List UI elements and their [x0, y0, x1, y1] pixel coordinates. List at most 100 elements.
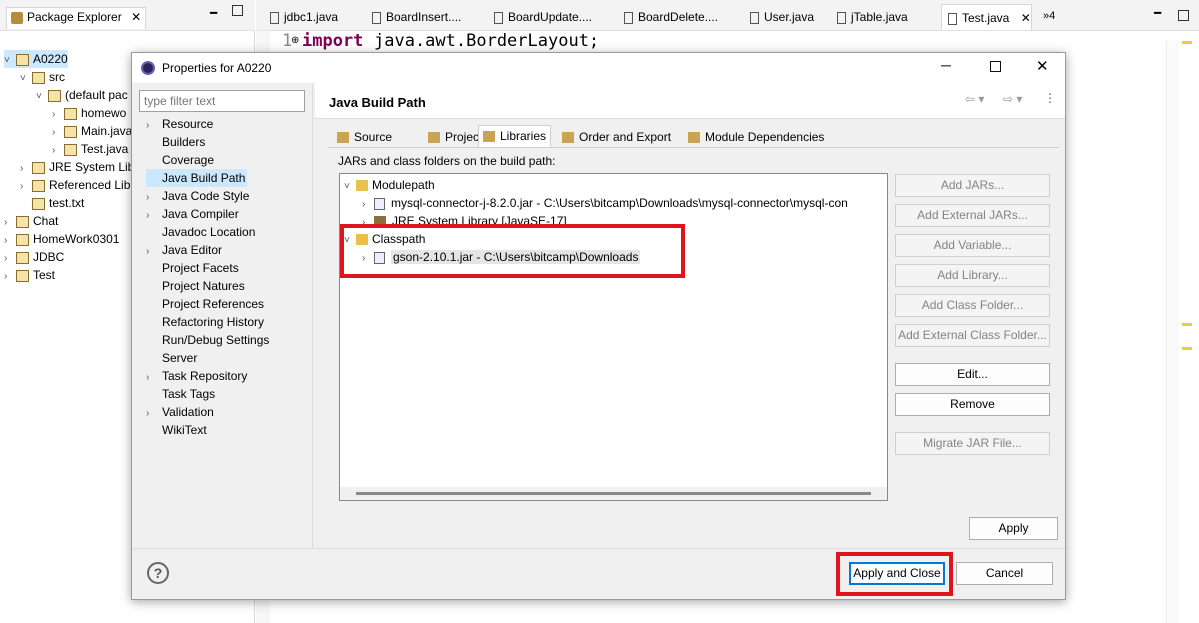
projects-icon [428, 132, 440, 144]
editor-tab[interactable]: BoardDelete.... [618, 4, 718, 30]
tree-node-mysql-jar[interactable]: › mysql-connector-j-8.2.0.jar - C:\Users\… [362, 194, 848, 212]
project-icon [48, 89, 61, 102]
tree-item[interactable]: › HomeWork0301 [4, 230, 119, 248]
nav-item[interactable]: Java Build Path [146, 169, 248, 187]
side-button[interactable]: Add Library... [895, 264, 1050, 287]
nav-item[interactable]: › Java Compiler [146, 205, 241, 223]
side-button[interactable]: Add Variable... [895, 234, 1050, 257]
tree-item[interactable]: test.txt [20, 194, 84, 212]
horizontal-scrollbar[interactable] [340, 487, 887, 500]
nav-item[interactable]: › Task Repository [146, 367, 249, 385]
expand-icon[interactable]: ˅ [36, 88, 48, 106]
tree-item[interactable]: › Main.java [52, 122, 132, 140]
nav-item[interactable]: Coverage [146, 151, 216, 169]
nav-item[interactable]: WikiText [146, 421, 209, 439]
package-explorer-tab[interactable]: Package Explorer ✕ [6, 7, 147, 29]
maximize-icon[interactable] [1178, 10, 1189, 21]
back-icon[interactable]: ⇦ ▾ [965, 92, 984, 106]
project-icon [32, 161, 45, 174]
close-button[interactable]: ✕ [1036, 57, 1049, 75]
editor-tab[interactable]: User.java [744, 4, 814, 30]
side-button[interactable]: Add Class Folder... [895, 294, 1050, 317]
nav-item[interactable]: Project References [146, 295, 266, 313]
close-icon[interactable]: ✕ [1021, 11, 1031, 25]
close-icon[interactable]: ✕ [131, 10, 141, 24]
library-tree[interactable]: ˅ Modulepath › mysql-connector-j-8.2.0.jar… [339, 173, 888, 501]
order-export-icon [562, 132, 574, 144]
nav-item[interactable]: Project Facets [146, 259, 241, 277]
code-text: java.awt.BorderLayout; [374, 31, 600, 51]
tree-item[interactable]: ˅ src [20, 68, 65, 86]
tree-item[interactable]: › Test [4, 266, 55, 284]
tree-item-label: Main.java [81, 124, 133, 138]
nav-item[interactable]: Task Tags [146, 385, 217, 403]
java-file-icon [948, 12, 957, 25]
editor-overflow[interactable]: »4 [1043, 10, 1055, 22]
tab-module-dependencies[interactable]: Module Dependencies [688, 127, 824, 147]
apply-button[interactable]: Apply [969, 517, 1058, 540]
java-file-icon [270, 11, 279, 24]
remove-button[interactable]: Remove [895, 393, 1050, 416]
nav-item[interactable]: › Resource [146, 115, 215, 133]
minimize-icon[interactable]: ━ [1154, 6, 1161, 20]
nav-item[interactable]: Builders [146, 133, 207, 151]
editor-tab[interactable]: jdbc1.java [264, 4, 338, 30]
project-icon [64, 143, 77, 156]
nav-item[interactable]: › Java Editor [146, 241, 224, 259]
tree-item[interactable]: › Chat [4, 212, 58, 230]
tree-item[interactable]: ˅ (default pac [36, 86, 128, 104]
side-button[interactable]: Add External JARs... [895, 204, 1050, 227]
project-icon [16, 269, 29, 282]
nav-item[interactable]: Javadoc Location [146, 223, 257, 241]
side-button[interactable]: Add JARs... [895, 174, 1050, 197]
overview-marker [1182, 347, 1192, 350]
tree-item[interactable]: › Test.java [52, 140, 128, 158]
editor-tab[interactable]: BoardUpdate.... [488, 4, 592, 30]
cancel-button[interactable]: Cancel [956, 562, 1053, 585]
tree-node-modulepath[interactable]: ˅ Modulepath [344, 176, 435, 194]
editor-tab[interactable]: Test.java ✕ [941, 4, 1032, 30]
help-icon[interactable]: ? [147, 562, 169, 584]
tree-item-label: test.txt [49, 196, 85, 210]
project-icon [16, 251, 29, 264]
nav-item[interactable]: › Java Code Style [146, 187, 251, 205]
edit-button[interactable]: Edit... [895, 363, 1050, 386]
editor-tab[interactable]: jTable.java [831, 4, 908, 30]
minimize-button[interactable]: ─ [941, 57, 951, 73]
editor-tab[interactable]: BoardInsert.... [366, 4, 461, 30]
tree-item[interactable]: › Referenced Lib [20, 176, 130, 194]
maximize-icon[interactable] [232, 5, 243, 16]
code-keyword: import [302, 31, 364, 51]
dialog-title: Properties for A0220 [162, 61, 272, 75]
expand-icon[interactable]: ˅ [4, 52, 16, 70]
tree-item[interactable]: › homewo [52, 104, 126, 122]
nav-item[interactable]: Run/Debug Settings [146, 331, 271, 349]
expand-icon[interactable]: › [4, 268, 16, 286]
expand-icon[interactable]: ˅ [20, 70, 32, 88]
java-file-icon [750, 11, 759, 24]
project-icon [64, 107, 77, 120]
nav-item[interactable]: Server [146, 349, 199, 367]
tree-item[interactable]: ˅ A0220 [4, 50, 68, 68]
java-file-icon [372, 11, 381, 24]
project-icon [32, 197, 45, 210]
minimize-icon[interactable]: ━ [210, 6, 217, 20]
tab-libraries[interactable]: Libraries [478, 125, 552, 148]
nav-item[interactable]: › Validation [146, 403, 216, 421]
tab-source[interactable]: Source [337, 127, 392, 147]
tree-item-label: JRE System Lib [49, 160, 135, 174]
fold-icon[interactable]: ⊕ [291, 35, 299, 46]
tree-item-label: (default pac [65, 88, 128, 102]
nav-item[interactable]: Project Natures [146, 277, 247, 295]
tab-order-and-export[interactable]: Order and Export [562, 127, 671, 147]
tree-item[interactable]: › JDBC [4, 248, 64, 266]
maximize-button[interactable] [990, 61, 1001, 72]
tree-item[interactable]: › JRE System Lib [20, 158, 134, 176]
forward-icon[interactable]: ⇨ ▾ [1003, 92, 1022, 106]
filter-input[interactable]: type filter text [139, 90, 305, 112]
nav-item[interactable]: Refactoring History [146, 313, 266, 331]
migrate-jar-button[interactable]: Migrate JAR File... [895, 432, 1050, 455]
side-button[interactable]: Add External Class Folder... [895, 324, 1050, 347]
project-icon [32, 71, 45, 84]
menu-icon[interactable]: ⋮ [1044, 91, 1056, 105]
